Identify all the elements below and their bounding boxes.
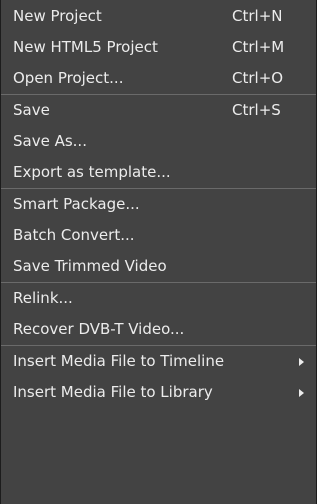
menu-item-relink[interactable]: Relink... (1, 283, 316, 314)
menu-item-shortcut: Ctrl+N (232, 7, 283, 25)
submenu-arrow-icon (299, 389, 304, 397)
menu-item-smart-package[interactable]: Smart Package... (1, 189, 316, 220)
file-menu: New Project Ctrl+N New HTML5 Project Ctr… (0, 0, 317, 504)
menu-group-recover: Relink... Recover DVB-T Video... (1, 283, 316, 346)
menu-item-label: Recover DVB-T Video... (13, 320, 185, 338)
menu-item-save-trimmed-video[interactable]: Save Trimmed Video (1, 251, 316, 282)
menu-item-label: Save Trimmed Video (13, 257, 167, 275)
menu-item-insert-to-timeline[interactable]: Insert Media File to Timeline (1, 346, 316, 377)
menu-item-label: Export as template... (13, 163, 171, 181)
menu-item-export-as-template[interactable]: Export as template... (1, 157, 316, 188)
menu-item-label: Insert Media File to Library (13, 383, 213, 401)
menu-item-save[interactable]: Save Ctrl+S (1, 95, 316, 126)
menu-item-shortcut: Ctrl+S (232, 101, 281, 119)
menu-item-label: Save As... (13, 132, 87, 150)
menu-item-label: Smart Package... (13, 195, 140, 213)
menu-item-new-project[interactable]: New Project Ctrl+N (1, 1, 316, 32)
menu-group-save: Save Ctrl+S Save As... Export as templat… (1, 95, 316, 189)
menu-item-new-html5-project[interactable]: New HTML5 Project Ctrl+M (1, 32, 316, 63)
menu-group-project: New Project Ctrl+N New HTML5 Project Ctr… (1, 1, 316, 95)
submenu-arrow-icon (299, 358, 304, 366)
menu-group-insert: Insert Media File to Timeline Insert Med… (1, 346, 316, 408)
menu-item-label: New Project (13, 7, 102, 25)
menu-item-label: Batch Convert... (13, 226, 135, 244)
menu-item-recover-dvb-t-video[interactable]: Recover DVB-T Video... (1, 314, 316, 345)
menu-item-label: Insert Media File to Timeline (13, 352, 225, 370)
menu-item-save-as[interactable]: Save As... (1, 126, 316, 157)
menu-item-label: Open Project... (13, 69, 124, 87)
menu-item-open-project[interactable]: Open Project... Ctrl+O (1, 63, 316, 94)
menu-group-package: Smart Package... Batch Convert... Save T… (1, 189, 316, 283)
menu-item-label: New HTML5 Project (13, 38, 158, 56)
menu-item-shortcut: Ctrl+M (232, 38, 285, 56)
menu-item-shortcut: Ctrl+O (232, 69, 284, 87)
menu-item-label: Relink... (13, 289, 73, 307)
menu-item-label: Save (13, 101, 50, 119)
menu-item-batch-convert[interactable]: Batch Convert... (1, 220, 316, 251)
menu-item-insert-to-library[interactable]: Insert Media File to Library (1, 377, 316, 408)
